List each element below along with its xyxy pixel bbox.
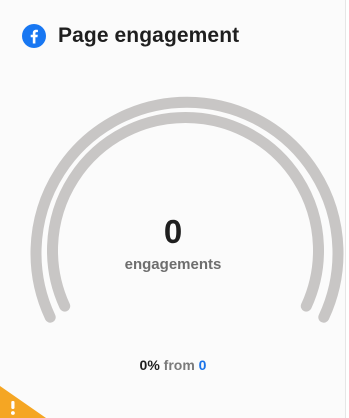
comparison-from-label: from: [163, 357, 195, 373]
comparison-text: 0% from 0: [0, 356, 345, 374]
page-engagement-card: Page engagement 0 engagements 0% from 0: [0, 0, 346, 418]
engagement-unit-label: engagements: [124, 256, 222, 273]
comparison-previous-value: 0: [198, 357, 207, 373]
engagement-value: 0: [163, 213, 183, 250]
warning-icon[interactable]: [0, 378, 48, 418]
comparison-percent: 0%: [139, 357, 160, 373]
gauge-track-inner: [47, 111, 324, 312]
gauge-track-outer: [30, 96, 344, 323]
